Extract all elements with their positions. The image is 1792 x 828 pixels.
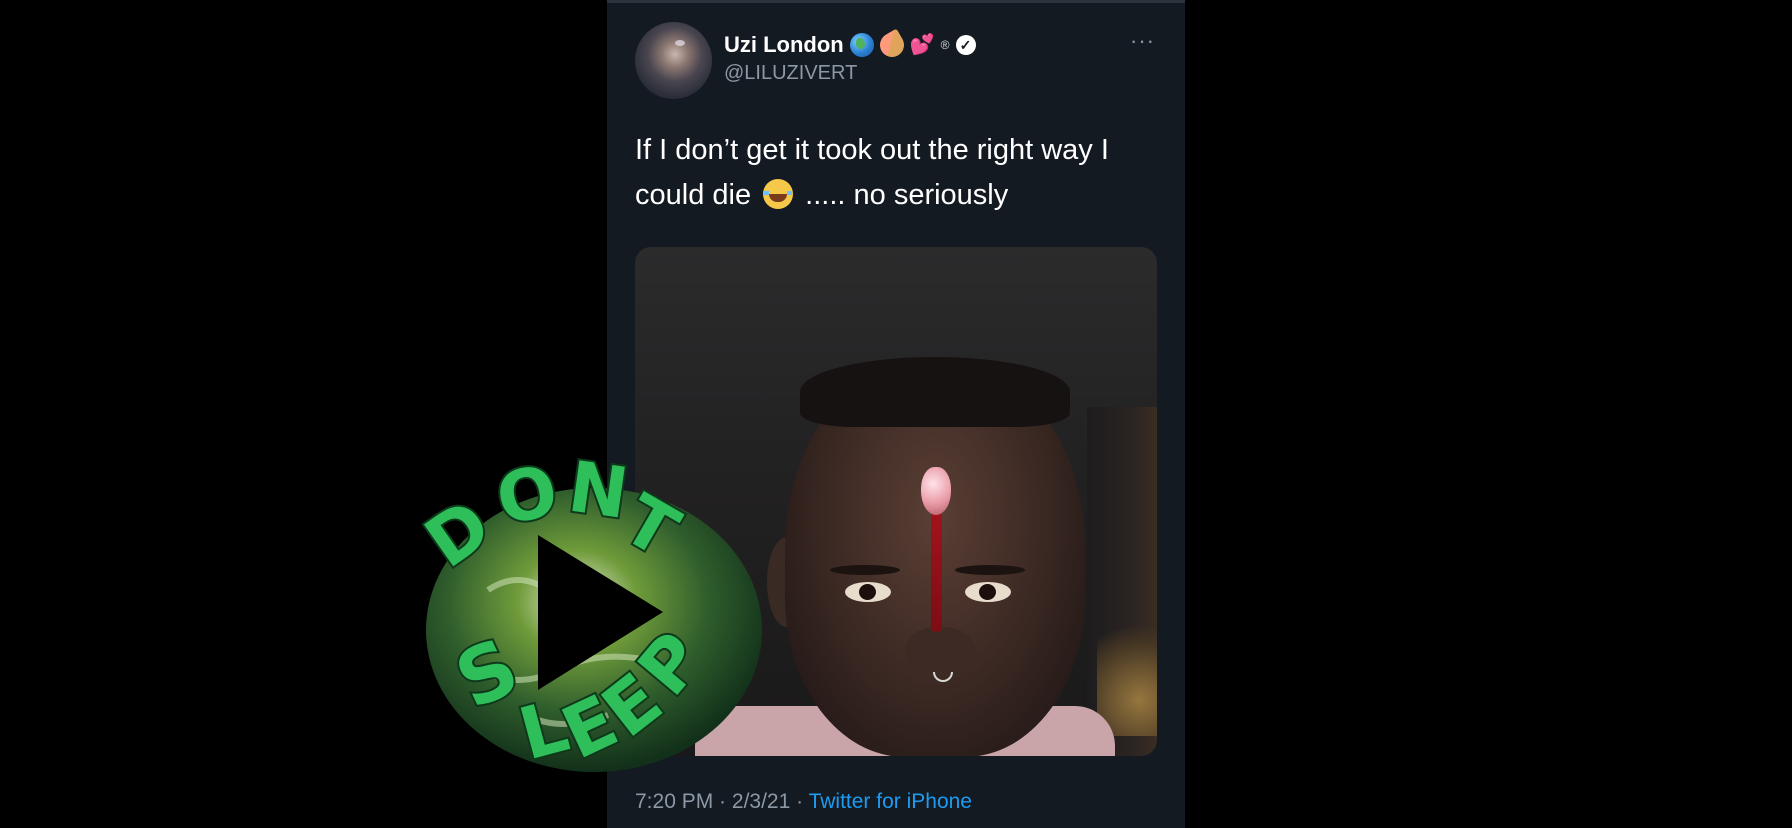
- registered-icon: ®: [940, 38, 950, 52]
- verified-badge-icon: ✓: [955, 35, 976, 55]
- tweet-text-line2b: ..... no seriously: [805, 179, 1009, 211]
- author-row: Uzi London 💕 ® ✓: [724, 28, 976, 62]
- tweet-text: If I don’t get it took out the right way…: [635, 128, 1155, 218]
- tweet-meta: 7:20 PM · 2/3/21 · Twitter for iPhone: [635, 790, 972, 813]
- ice-cream-icon: [875, 28, 909, 62]
- display-name[interactable]: Uzi London: [724, 32, 844, 58]
- user-handle[interactable]: @LILUZIVERT: [724, 62, 857, 85]
- tweet-text-line1: If I don’t get it took out the right way…: [635, 134, 1109, 166]
- tweet-time[interactable]: 7:20 PM: [635, 790, 713, 813]
- forehead-diamond: [921, 467, 951, 515]
- tweet-source-link[interactable]: Twitter for iPhone: [809, 790, 972, 813]
- tweet-text-line2a: could die: [635, 179, 752, 211]
- dont-sleep-logo[interactable]: D O N T S L E E P: [418, 440, 770, 782]
- avatar[interactable]: [635, 22, 712, 99]
- svg-text:N: N: [564, 446, 633, 535]
- divider: [607, 0, 1185, 3]
- more-options-icon[interactable]: ···: [1130, 28, 1155, 54]
- two-hearts-icon: 💕: [909, 34, 935, 56]
- laughing-emoji-icon: [763, 179, 794, 209]
- tweet-date[interactable]: 2/3/21: [732, 790, 790, 813]
- globe-icon: [849, 33, 874, 57]
